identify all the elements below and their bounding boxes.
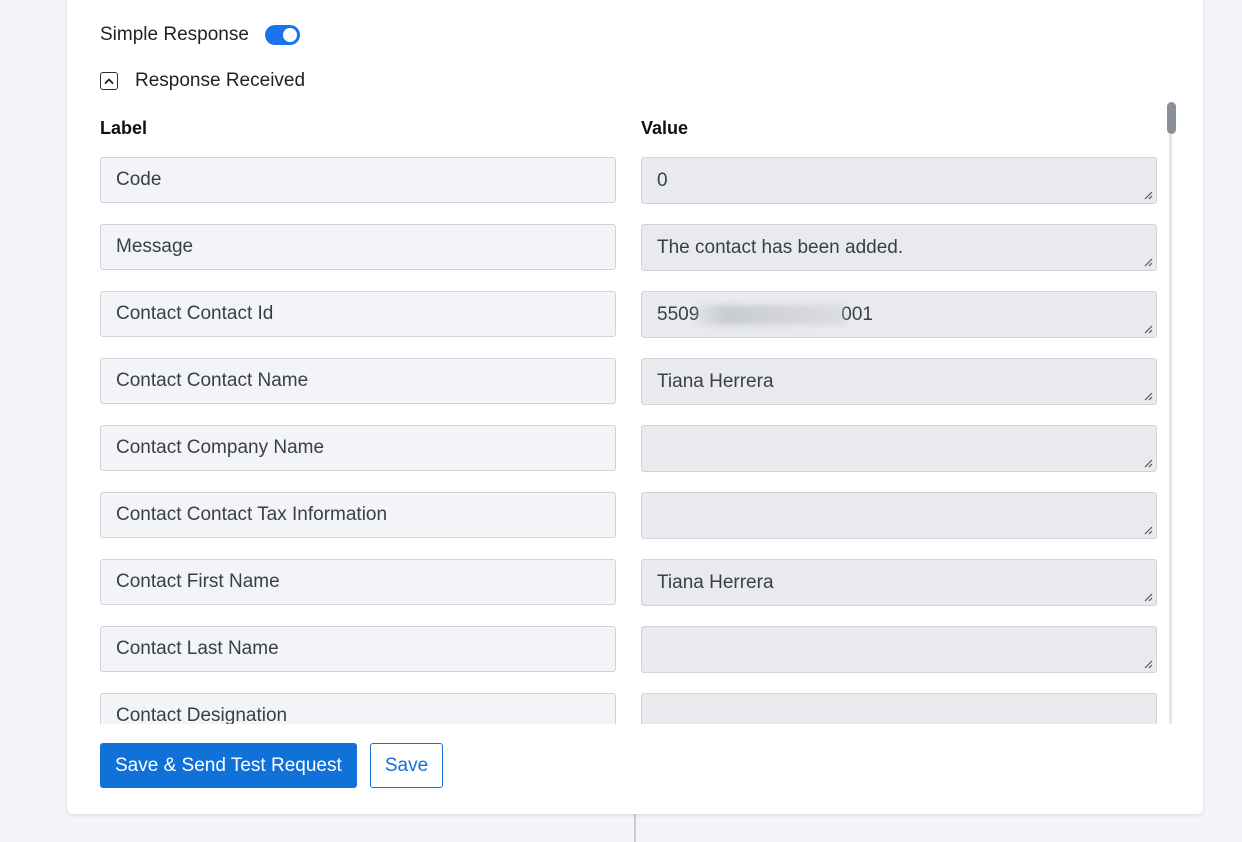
redacted-blur bbox=[695, 304, 846, 325]
resize-handle-icon[interactable] bbox=[1144, 191, 1153, 200]
field-row-contact-name: Contact Contact Name Tiana Herrera bbox=[100, 358, 1157, 405]
response-received-label: Response Received bbox=[135, 70, 306, 91]
value-prefix: 5509 bbox=[657, 304, 700, 325]
resize-handle-icon[interactable] bbox=[1144, 593, 1153, 602]
value-field[interactable] bbox=[641, 492, 1157, 539]
value-text: 0 bbox=[657, 170, 668, 191]
save-and-send-test-request-button[interactable]: Save & Send Test Request bbox=[100, 743, 357, 788]
simple-response-toggle[interactable] bbox=[264, 25, 300, 45]
label-field[interactable]: Contact Company Name bbox=[100, 425, 616, 471]
scrollbar-thumb[interactable] bbox=[1167, 102, 1176, 134]
resize-handle-icon[interactable] bbox=[1144, 258, 1153, 267]
value-field[interactable]: The contact has been added. bbox=[641, 224, 1157, 271]
chevron-up-icon bbox=[104, 78, 114, 84]
toggle-knob bbox=[282, 28, 297, 42]
simple-response-row: Simple Response bbox=[100, 22, 300, 48]
field-row-last-name: Contact Last Name bbox=[100, 626, 1157, 673]
field-row-message: Message The contact has been added. bbox=[100, 224, 1157, 271]
response-received-row: Response Received bbox=[100, 70, 305, 92]
value-field[interactable]: Tiana Herrera bbox=[641, 358, 1157, 405]
label-field[interactable]: Contact Designation bbox=[100, 693, 616, 724]
save-button[interactable]: Save bbox=[370, 743, 443, 788]
label-field[interactable]: Contact Contact Tax Information bbox=[100, 492, 616, 538]
resize-handle-icon[interactable] bbox=[1144, 526, 1153, 535]
value-field[interactable]: Tiana Herrera bbox=[641, 559, 1157, 606]
label-field[interactable]: Contact Contact Name bbox=[100, 358, 616, 404]
value-text: Tiana Herrera bbox=[657, 371, 774, 392]
value-column-header: Value bbox=[641, 118, 689, 138]
field-row-code: Code 0 bbox=[100, 157, 1157, 204]
label-field[interactable]: Code bbox=[100, 157, 616, 203]
value-field[interactable]: 5509 001 bbox=[641, 291, 1157, 338]
label-field[interactable]: Contact First Name bbox=[100, 559, 616, 605]
resize-handle-icon[interactable] bbox=[1144, 660, 1153, 669]
field-row-tax-information: Contact Contact Tax Information bbox=[100, 492, 1157, 539]
resize-handle-icon[interactable] bbox=[1144, 325, 1153, 334]
value-suffix: 001 bbox=[841, 304, 873, 325]
field-row-first-name: Contact First Name Tiana Herrera bbox=[100, 559, 1157, 606]
value-text: The contact has been added. bbox=[657, 237, 904, 258]
label-field[interactable]: Contact Contact Id bbox=[100, 291, 616, 337]
value-field[interactable] bbox=[641, 693, 1157, 724]
label-field[interactable]: Contact Last Name bbox=[100, 626, 616, 672]
scrollbar[interactable] bbox=[1167, 102, 1176, 724]
field-row-company-name: Contact Company Name bbox=[100, 425, 1157, 472]
value-field[interactable]: 0 bbox=[641, 157, 1157, 204]
value-text: Tiana Herrera bbox=[657, 572, 774, 593]
field-row-designation: Contact Designation bbox=[100, 693, 1157, 724]
value-field[interactable] bbox=[641, 425, 1157, 472]
response-card: Simple Response Response Received Label … bbox=[67, 0, 1203, 814]
value-field[interactable] bbox=[641, 626, 1157, 673]
field-row-contact-id: Contact Contact Id 5509 001 bbox=[100, 291, 1157, 338]
simple-response-label: Simple Response bbox=[100, 24, 249, 45]
response-fields-list[interactable]: Code 0 Message The contact has been adde… bbox=[100, 156, 1176, 724]
resize-handle-icon[interactable] bbox=[1144, 459, 1153, 468]
label-column-header: Label bbox=[100, 118, 148, 138]
background-divider bbox=[634, 812, 636, 842]
collapse-toggle-button[interactable] bbox=[100, 72, 118, 90]
label-field[interactable]: Message bbox=[100, 224, 616, 270]
resize-handle-icon[interactable] bbox=[1144, 392, 1153, 401]
